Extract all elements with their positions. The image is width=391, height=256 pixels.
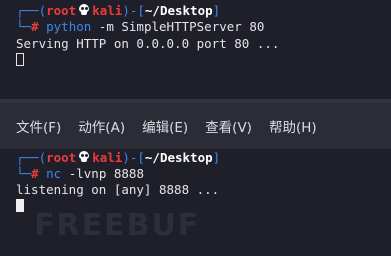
prompt-path: ~/Desktop [144, 3, 213, 18]
command-line: └─# python -m SimpleHTTPServer 80 [16, 19, 264, 35]
skull-icon [78, 4, 90, 16]
menu-file[interactable]: 文件(F) [16, 116, 61, 136]
menu-view[interactable]: 查看(V) [205, 116, 252, 136]
prompt-hash: # [31, 166, 39, 181]
watermark: FREEBUF [34, 208, 201, 243]
terminal-cursor [16, 199, 24, 212]
prompt-line-1: ┌──(root kali)-[~/Desktop] [16, 3, 220, 19]
prompt-user: root [46, 3, 77, 18]
menu-action[interactable]: 动作(A) [78, 116, 125, 136]
menu-bar: 文件(F) 动作(A) 编辑(E) 查看(V) 帮助(H) [0, 103, 391, 149]
prompt-mid: )-[ [122, 150, 145, 165]
prompt-close: ] [212, 3, 221, 18]
command-args: -m SimpleHTTPServer 80 [91, 19, 265, 34]
prompt-corner-2: └─ [16, 19, 32, 34]
prompt-corner: ┌──( [16, 150, 47, 165]
menu-edit[interactable]: 编辑(E) [142, 116, 188, 136]
cursor-line [16, 198, 24, 214]
prompt-line-1: ┌──(root kali)-[~/Desktop] [16, 150, 220, 166]
prompt-mid: )-[ [122, 3, 145, 18]
prompt-path: ~/Desktop [144, 150, 213, 165]
prompt-corner-2: └─ [16, 166, 32, 181]
prompt-hash: # [31, 19, 39, 34]
prompt-close: ] [212, 150, 221, 165]
prompt-host: kali [92, 150, 123, 165]
menu-help[interactable]: 帮助(H) [269, 116, 317, 136]
terminal-cursor [16, 53, 24, 66]
command-program: nc [46, 166, 62, 181]
command-args: -lvnp 8888 [61, 166, 144, 181]
prompt-corner: ┌──( [16, 3, 47, 18]
command-line: └─# nc -lvnp 8888 [16, 166, 144, 182]
command-program: python [46, 19, 92, 34]
cursor-line [16, 52, 24, 68]
terminal-pane-top[interactable]: ┌──(root kali)-[~/Desktop] └─# python -m … [0, 0, 391, 99]
skull-icon [78, 151, 90, 163]
output-line: listening on [any] 8888 ... [16, 182, 220, 197]
prompt-user: root [46, 150, 77, 165]
prompt-host: kali [92, 3, 123, 18]
output-line: Serving HTTP on 0.0.0.0 port 80 ... [16, 36, 280, 51]
